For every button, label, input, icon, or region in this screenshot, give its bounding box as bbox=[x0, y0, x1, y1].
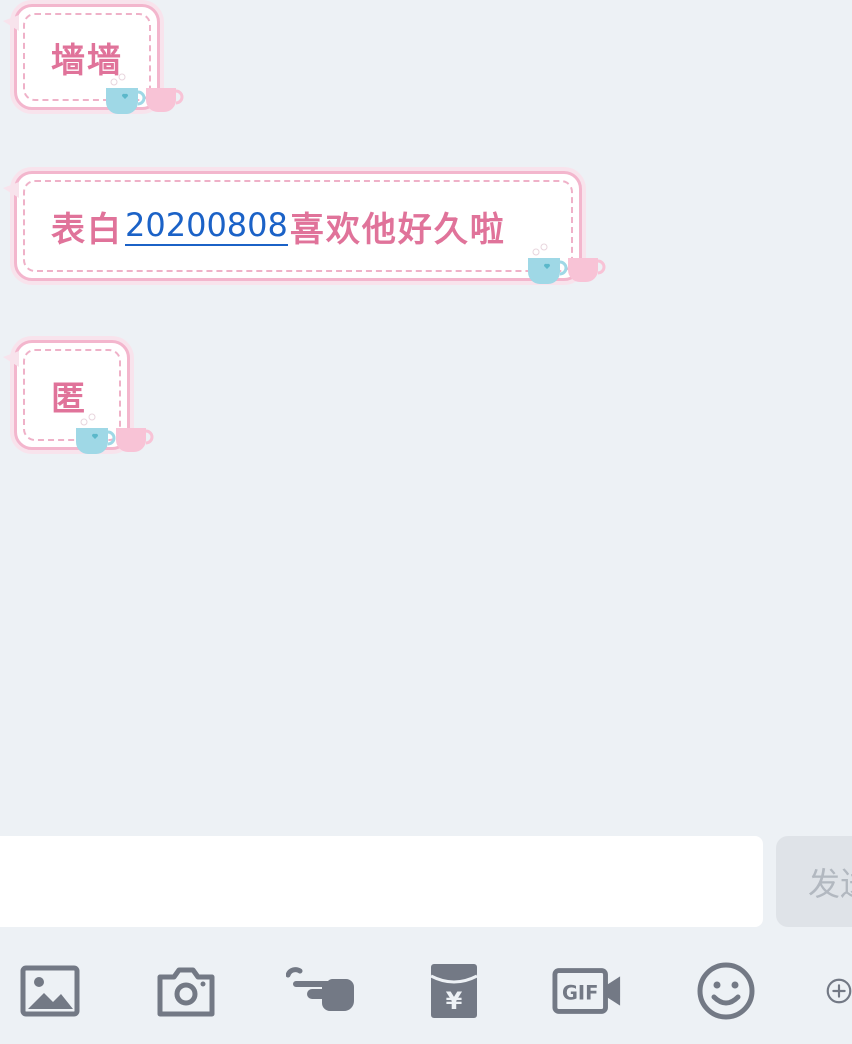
message-text-part: 表白 bbox=[51, 209, 123, 250]
cups-decoration-icon bbox=[106, 73, 184, 114]
cups-decoration-icon bbox=[76, 413, 154, 454]
bubble-tail bbox=[3, 182, 19, 198]
poke-button[interactable] bbox=[286, 955, 358, 1027]
emoji-icon bbox=[697, 962, 755, 1020]
image-button[interactable] bbox=[14, 955, 86, 1027]
emoji-button[interactable] bbox=[690, 955, 762, 1027]
image-icon bbox=[20, 965, 80, 1017]
camera-icon bbox=[157, 967, 215, 1017]
bubble-tail bbox=[3, 15, 19, 31]
cups-decoration-icon bbox=[528, 243, 606, 284]
svg-text:¥: ¥ bbox=[446, 987, 463, 1015]
red-packet-icon: ¥ bbox=[430, 964, 478, 1018]
gif-icon: GIF bbox=[552, 968, 621, 1014]
date-link[interactable]: 20200808 bbox=[125, 206, 288, 246]
camera-button[interactable] bbox=[150, 955, 222, 1027]
chat-bubble[interactable]: 表白 20200808 喜欢他好久啦 bbox=[3, 171, 582, 281]
svg-text:GIF: GIF bbox=[562, 982, 598, 1005]
more-button[interactable] bbox=[826, 955, 852, 1027]
message-text: 表白 20200808 喜欢他好久啦 bbox=[51, 174, 506, 278]
poke-icon bbox=[286, 967, 354, 1011]
message-text-part: 喜欢他好久啦 bbox=[289, 209, 506, 250]
red-packet-button[interactable]: ¥ bbox=[418, 955, 490, 1027]
more-icon bbox=[826, 978, 852, 1004]
input-toolbar: ¥ GIF bbox=[0, 955, 852, 1035]
gif-button[interactable]: GIF bbox=[552, 955, 624, 1027]
bubble-tail bbox=[3, 351, 19, 367]
message-input[interactable] bbox=[0, 836, 763, 927]
send-button[interactable]: 发送 bbox=[776, 836, 852, 927]
